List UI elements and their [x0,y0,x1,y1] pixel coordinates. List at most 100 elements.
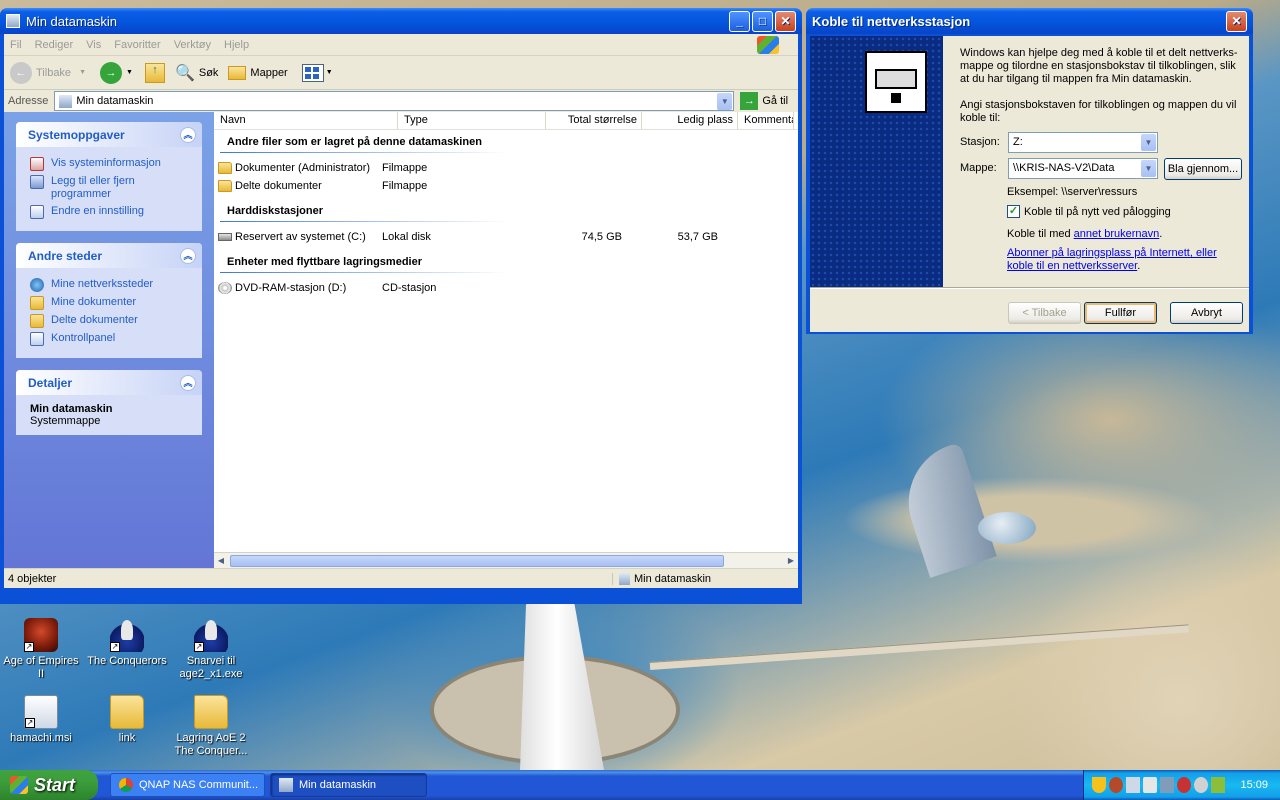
tray-app-icon[interactable] [1126,777,1140,793]
list-item[interactable]: Reservert av systemet (C:) Lokal disk 74… [214,228,798,246]
dialog-titlebar[interactable]: Koble til nettverksstasjon ✕ [806,8,1253,34]
close-button[interactable]: ✕ [775,10,796,32]
tray-app-icon[interactable] [1177,777,1191,793]
column-total-size[interactable]: Total størrelse [546,112,642,129]
go-button[interactable]: → Gå til [740,92,788,110]
folders-button[interactable]: Mapper [228,65,288,80]
reconnect-option[interactable]: ✓ Koble til på nytt ved pålogging [1007,205,1171,218]
details-header[interactable]: Detaljer ︽ [16,370,202,395]
taskbar-item-browser[interactable]: QNAP NAS Communit... [110,773,265,797]
group-removable: Enheter med flyttbare lagringsmedier [227,256,422,268]
folder-icon [228,65,247,80]
control-panel-icon [30,332,44,346]
column-comment[interactable]: Kommenta [738,112,794,129]
conquerors-icon: ↗ [194,618,228,652]
storage-link[interactable]: Abonner på lagringsplass på Internett, e… [1007,247,1217,272]
control-panel-icon [30,205,44,219]
views-button[interactable] [301,63,324,82]
desktop-icon-age2-shortcut[interactable]: ↗ Snarvei til age2_x1.exe [171,618,251,681]
collapse-icon[interactable]: ︽ [180,127,196,143]
explorer-titlebar[interactable]: Min datamaskin _ □ ✕ [0,8,802,34]
storage-text: Abonner på lagringsplass på Internett, e… [1007,247,1217,272]
map-drive-dialog[interactable]: Koble til nettverksstasjon ✕ Windows kan… [806,8,1253,334]
tray-app-icon[interactable] [1194,777,1208,793]
task-add-remove-programs[interactable]: Legg til eller fjern programmer [30,175,194,201]
drive-select[interactable]: Z: ▼ [1008,132,1158,153]
system-tasks-header[interactable]: Systemoppgaver ︽ [16,122,202,147]
folder-input[interactable]: \\KRIS-NAS-V2\Data ▼ [1008,158,1158,179]
folder-icon [110,695,144,729]
chevron-down-icon[interactable]: ▼ [326,69,333,76]
list-item[interactable]: DVD-RAM-stasjon (D:) CD-stasjon [214,279,798,297]
task-view-system-info[interactable]: Vis systeminformasjon [30,157,194,171]
taskbar-item-explorer[interactable]: Min datamaskin [270,773,427,797]
list-item[interactable]: Delte dokumenter Filmappe [214,177,798,195]
forward-button[interactable]: → [100,61,122,84]
shield-icon[interactable] [1092,777,1106,793]
place-network[interactable]: Mine nettverkssteder [30,278,194,292]
search-icon: 🔍 [174,64,195,82]
speaker-icon[interactable] [1143,777,1157,793]
menu-vis[interactable]: Vis [86,39,101,51]
place-my-documents[interactable]: Mine dokumenter [30,296,194,310]
desktop-icon-lagring[interactable]: Lagring AoE 2 The Conquer... [171,695,251,758]
back-button[interactable]: ← Tilbake ▼ [10,61,86,84]
menu-favoritter[interactable]: Favoritter [114,39,160,51]
explorer-body: Systemoppgaver ︽ Vis systeminformasjon Le… [4,112,798,568]
network-icon[interactable] [1160,777,1174,793]
list-item[interactable]: Dokumenter (Administrator) Filmappe [214,159,798,177]
details-name: Min datamaskin [30,403,113,415]
minimize-button[interactable]: _ [729,10,750,32]
desktop-icon-link[interactable]: link [87,695,167,745]
chevron-down-icon[interactable]: ▼ [1141,134,1156,151]
other-places-header[interactable]: Andre steder ︽ [16,243,202,268]
cd-drive-icon [218,282,232,294]
up-folder-button[interactable]: ↑ [144,62,165,83]
scroll-left-icon[interactable]: ◀ [214,556,228,565]
hard-disk-icon [218,233,232,241]
scrollbar-thumb[interactable] [230,554,724,567]
reconnect-checkbox[interactable]: ✓ [1007,205,1020,218]
windows-logo-icon [757,36,779,54]
status-count: 4 objekter [8,572,57,585]
desktop-icon-age-of-empires[interactable]: ↗ Age of Empires II [1,618,81,681]
browser-icon [119,778,133,792]
chevron-down-icon[interactable]: ▼ [1141,160,1156,177]
desktop-icon-hamachi[interactable]: ↗ hamachi.msi [1,695,81,745]
collapse-icon[interactable]: ︽ [180,375,196,391]
place-shared-documents[interactable]: Delte dokumenter [30,314,194,328]
cancel-button[interactable]: Avbryt [1170,302,1243,324]
network-drive-icon [865,51,927,113]
column-free-space[interactable]: Ledig plass [642,112,738,129]
window-title: Min datamaskin [26,13,118,29]
folder-icon [30,296,44,310]
task-change-setting[interactable]: Endre en innstilling [30,205,194,219]
search-button[interactable]: 🔍 Søk [175,63,218,83]
horizontal-scrollbar[interactable]: ◀ ▶ [214,552,798,568]
column-type[interactable]: Type [398,112,546,129]
finish-button[interactable]: Fullfør [1084,302,1157,324]
other-user-link[interactable]: annet brukernavn [1074,228,1160,240]
maximize-button[interactable]: □ [752,10,773,32]
explorer-window[interactable]: Min datamaskin _ □ ✕ Fil Rediger Vis Fav… [0,8,802,604]
back-button[interactable]: < Tilbake [1008,302,1081,324]
menu-verktoy[interactable]: Verktøy [174,39,211,51]
menu-fil[interactable]: Fil [10,39,22,51]
column-name[interactable]: Navn [214,112,398,129]
chevron-down-icon[interactable]: ▼ [717,93,733,110]
start-button[interactable]: Start [0,770,98,800]
scroll-right-icon[interactable]: ▶ [784,556,798,565]
chevron-down-icon[interactable]: ▼ [126,69,133,76]
collapse-icon[interactable]: ︽ [180,248,196,264]
dialog-close-button[interactable]: ✕ [1226,10,1247,32]
tray-app-icon[interactable] [1109,777,1123,793]
address-input[interactable]: Min datamaskin ▼ [54,91,735,111]
list-header: Navn Type Total størrelse Ledig plass Ko… [214,112,798,130]
menu-hjelp[interactable]: Hjelp [224,39,249,51]
menu-rediger[interactable]: Rediger [35,39,74,51]
browse-button[interactable]: Bla gjennom... [1164,158,1242,180]
clock[interactable]: 15:09 [1240,779,1268,791]
desktop-icon-conquerors[interactable]: ↗ The Conquerors [87,618,167,668]
place-control-panel[interactable]: Kontrollpanel [30,332,194,346]
tray-app-icon[interactable] [1211,777,1225,793]
